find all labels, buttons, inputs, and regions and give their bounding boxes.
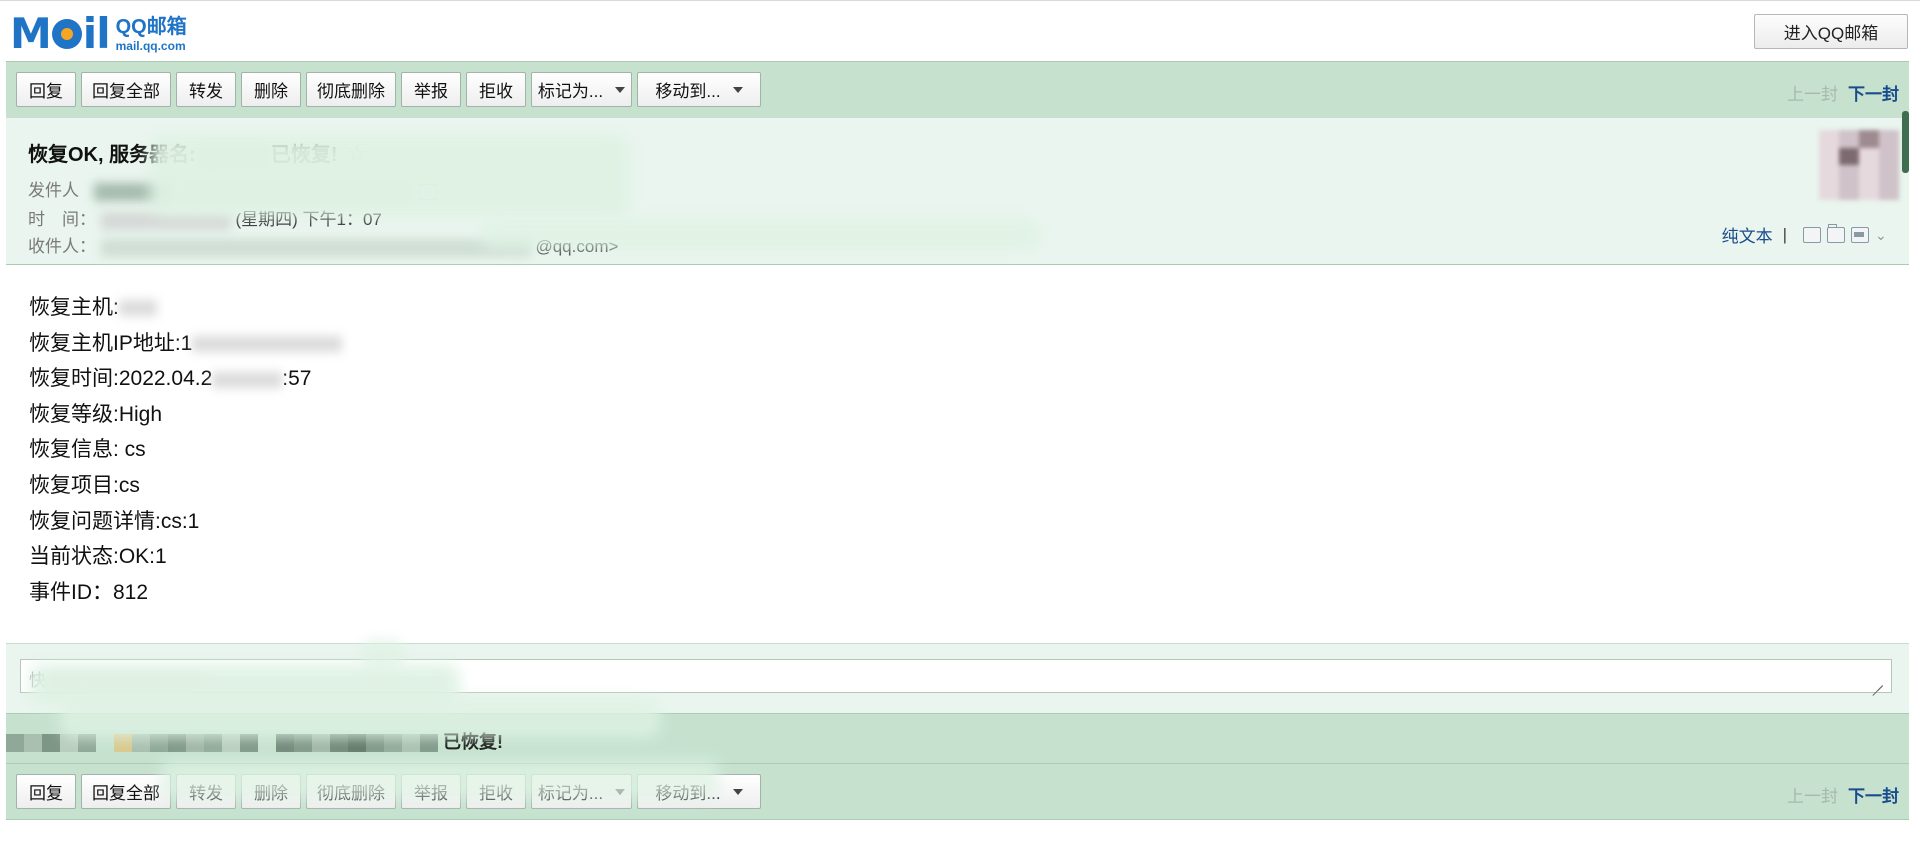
redacted-placeholder [50, 674, 201, 689]
bottom-subject: 已恢复! [6, 728, 503, 754]
next-mail-link[interactable]: 下一封 [1848, 782, 1899, 807]
reply-all-button[interactable]: 回复全部 [81, 774, 171, 809]
next-mail-link[interactable]: 下一封 [1848, 80, 1899, 105]
bottom-subject-tail: 已恢复! [443, 732, 504, 752]
recipient-label: 收件人： [28, 237, 96, 256]
caret-down-icon [732, 86, 743, 93]
contact-card-icon[interactable] [419, 183, 438, 200]
delete-permanently-button[interactable]: 彻底删除 [306, 774, 396, 809]
logo-subtitle: QQ邮箱 mail.qq.com [116, 17, 187, 52]
report-button[interactable]: 举报 [401, 774, 461, 809]
prev-mail-link: 上一封 [1787, 85, 1838, 104]
qq-mail-logo[interactable]: Mil QQ邮箱 mail.qq.com [10, 11, 187, 57]
header-actions: 纯文本 | ⌄ [1722, 222, 1891, 247]
move-to-dropdown[interactable]: 移动到... [637, 774, 761, 809]
mark-as-dropdown[interactable]: 标记为... [531, 774, 632, 809]
redacted-sender-name [93, 182, 174, 201]
time-row: 时 间： (星期四) 下午1：07 [28, 205, 382, 230]
mail-pager: 上一封 下一封 [1787, 80, 1899, 105]
forward-button[interactable]: 转发 [176, 774, 236, 809]
reply-button[interactable]: 回复 [16, 774, 76, 809]
actions-separator: | [1782, 224, 1787, 244]
body-line: 事件ID：812 [29, 580, 149, 604]
mail-header: 恢复OK, 服务器名: 已恢复! ☆ 发件人 时 间： (星期四) 下午1：07… [6, 111, 1909, 265]
forward-button[interactable]: 转发 [176, 72, 236, 107]
redacted-recipient [100, 238, 531, 257]
mail-toolbar-bottom: 回复 回复全部 转发 删除 彻底删除 举报 拒收 标记为... 移动到... 上… [6, 763, 1909, 820]
body-line: 恢复项目:cs [29, 473, 140, 497]
chevron-down-icon[interactable]: ⌄ [1875, 228, 1891, 242]
reject-button[interactable]: 拒收 [466, 72, 526, 107]
mark-as-label: 标记为... [537, 82, 604, 101]
reject-button[interactable]: 拒收 [466, 774, 526, 809]
body-line: 当前状态:OK:1 [29, 545, 167, 569]
body-line: 恢复主机: [29, 290, 342, 326]
quick-reply-input[interactable]: 快 [20, 659, 1892, 693]
recipient-row: 收件人： @qq.com> [28, 232, 618, 257]
reply-button[interactable]: 回复 [16, 72, 76, 107]
redacted-sender-address [188, 182, 409, 201]
print-icon[interactable] [1851, 226, 1869, 243]
top-bar: Mil QQ邮箱 mail.qq.com 进入QQ邮箱 [0, 0, 1920, 61]
move-to-label: 移动到... [655, 784, 721, 803]
quick-reply-area: 快 [6, 643, 1909, 714]
scrollbar-thumb[interactable] [1902, 111, 1909, 173]
logo-product-name: QQ邮箱 [115, 15, 187, 38]
redacted-server-name [201, 146, 266, 165]
caret-down-icon [615, 788, 626, 795]
resize-handle-icon[interactable] [1871, 674, 1883, 686]
redacted-subject-mosaic [6, 734, 438, 753]
mail-body: 恢复主机: 恢复主机IP地址:1 恢复时间:2022.04.2:57 恢复等级:… [29, 290, 343, 610]
redacted-date [100, 211, 231, 230]
caret-down-icon [732, 788, 743, 795]
delete-button[interactable]: 删除 [241, 774, 301, 809]
quick-reply-placeholder: 快 [29, 671, 46, 690]
mark-as-label: 标记为... [537, 784, 604, 803]
logo-wordmark: Mil [10, 9, 111, 58]
move-to-dropdown[interactable]: 移动到... [637, 72, 761, 107]
sender-row: 发件人 [28, 176, 438, 201]
caret-down-icon [615, 86, 626, 93]
plain-text-link[interactable]: 纯文本 [1722, 222, 1773, 247]
recipient-email-tail: @qq.com> [535, 237, 619, 256]
mail-subject: 恢复OK, 服务器名: 已恢复! ☆ [28, 138, 367, 167]
time-label: 时 间： [28, 210, 96, 229]
report-button[interactable]: 举报 [401, 72, 461, 107]
body-line: 恢复问题详情:cs:1 [29, 509, 200, 533]
logo-domain: mail.qq.com [115, 38, 186, 53]
delete-permanently-button[interactable]: 彻底删除 [306, 72, 396, 107]
move-to-label: 移动到... [655, 82, 721, 101]
bottom-subject-strip: 已恢复! [6, 713, 1909, 764]
folder-icon[interactable] [1827, 223, 1845, 243]
mail-toolbar-top: 回复 回复全部 转发 删除 彻底删除 举报 拒收 标记为... 移动到... 上… [6, 61, 1909, 119]
enter-qq-mail-button[interactable]: 进入QQ邮箱 [1754, 14, 1908, 49]
reply-all-button[interactable]: 回复全部 [81, 72, 171, 107]
subject-suffix: 已恢复! [270, 144, 338, 166]
mark-as-dropdown[interactable]: 标记为... [531, 72, 632, 107]
subject-prefix: 恢复OK, 服务器名: [28, 144, 196, 166]
sender-label: 发件人 [28, 181, 79, 200]
body-line: 恢复等级:High [29, 402, 163, 426]
sender-avatar [1819, 130, 1899, 200]
time-value: (星期四) 下午1：07 [235, 210, 382, 229]
note-icon[interactable] [1803, 226, 1821, 243]
star-icon[interactable]: ☆ [347, 141, 367, 166]
redacted-ip [192, 336, 343, 353]
delete-button[interactable]: 删除 [241, 72, 301, 107]
prev-mail-link: 上一封 [1787, 787, 1838, 806]
body-line: 恢复主机IP地址:1 [29, 326, 343, 362]
redacted-host [118, 300, 157, 317]
mail-pager: 上一封 下一封 [1787, 782, 1899, 807]
body-line: 恢复信息: cs [29, 438, 146, 462]
body-line: 恢复时间:2022.04.2:57 [29, 367, 312, 391]
redacted-time [212, 371, 283, 388]
